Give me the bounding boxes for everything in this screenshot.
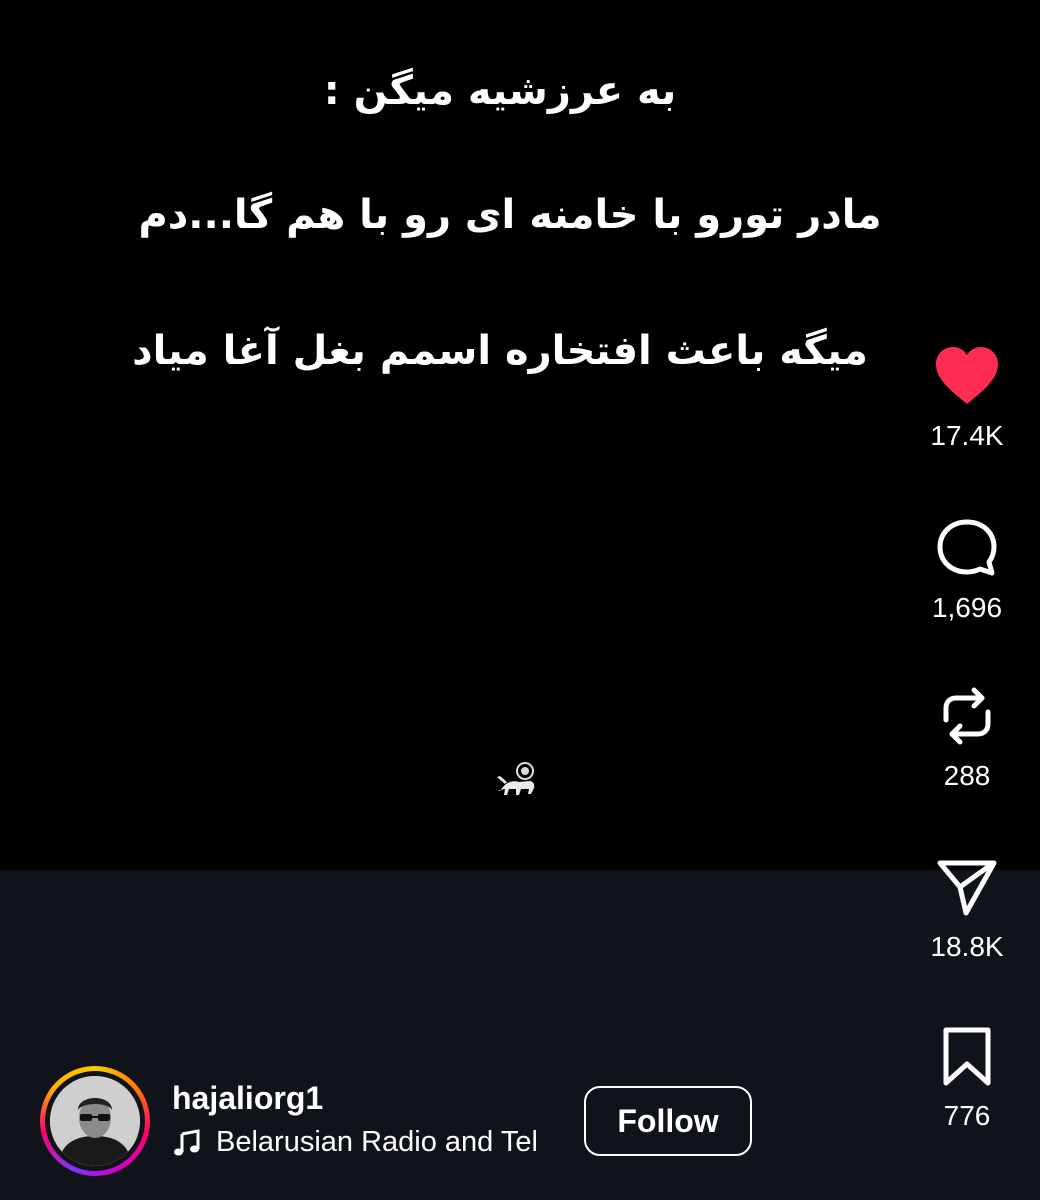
like-count: 17.4K [930,420,1004,451]
avatar [50,1076,140,1166]
caption-line-3: میگه باعث افتخاره اسمم بغل آغا میاد [132,328,868,374]
audio-track[interactable]: Belarusian Radio and Tel [172,1126,562,1159]
share-count: 18.8K [930,931,1004,962]
share-button[interactable]: 18.8K [902,857,1032,963]
repost-icon [943,687,991,745]
save-button[interactable]: 776 [902,1026,1032,1132]
username[interactable]: hajaliorg1 [172,1080,323,1117]
repost-count: 288 [943,760,991,791]
comment-bubble-icon [937,519,997,576]
reel-video[interactable]: به عرزشیه میگن : مادر تورو با خامنه ای ر… [0,0,1040,870]
comment-count: 1,696 [931,592,1003,623]
caption-line-2: مادر تورو با خامنه ای رو با هم گا...دم [138,192,882,238]
send-icon [937,860,997,916]
comment-button[interactable]: 1,696 [902,518,1032,624]
heart-icon [936,347,998,404]
repost-button[interactable]: 288 [902,686,1032,792]
caption-line-1: به عرزشیه میگن : [323,68,677,114]
lion-and-sun-icon [497,762,535,795]
follow-button[interactable]: Follow [584,1086,752,1156]
save-count: 776 [943,1100,991,1131]
music-note-icon [174,1128,200,1155]
like-button[interactable]: 17.4K [902,346,1032,452]
audio-track-name: Belarusian Radio and Tel [216,1126,538,1158]
bookmark-icon [943,1027,991,1086]
profile-avatar[interactable] [40,1066,150,1176]
user-photo-icon [50,1076,140,1166]
